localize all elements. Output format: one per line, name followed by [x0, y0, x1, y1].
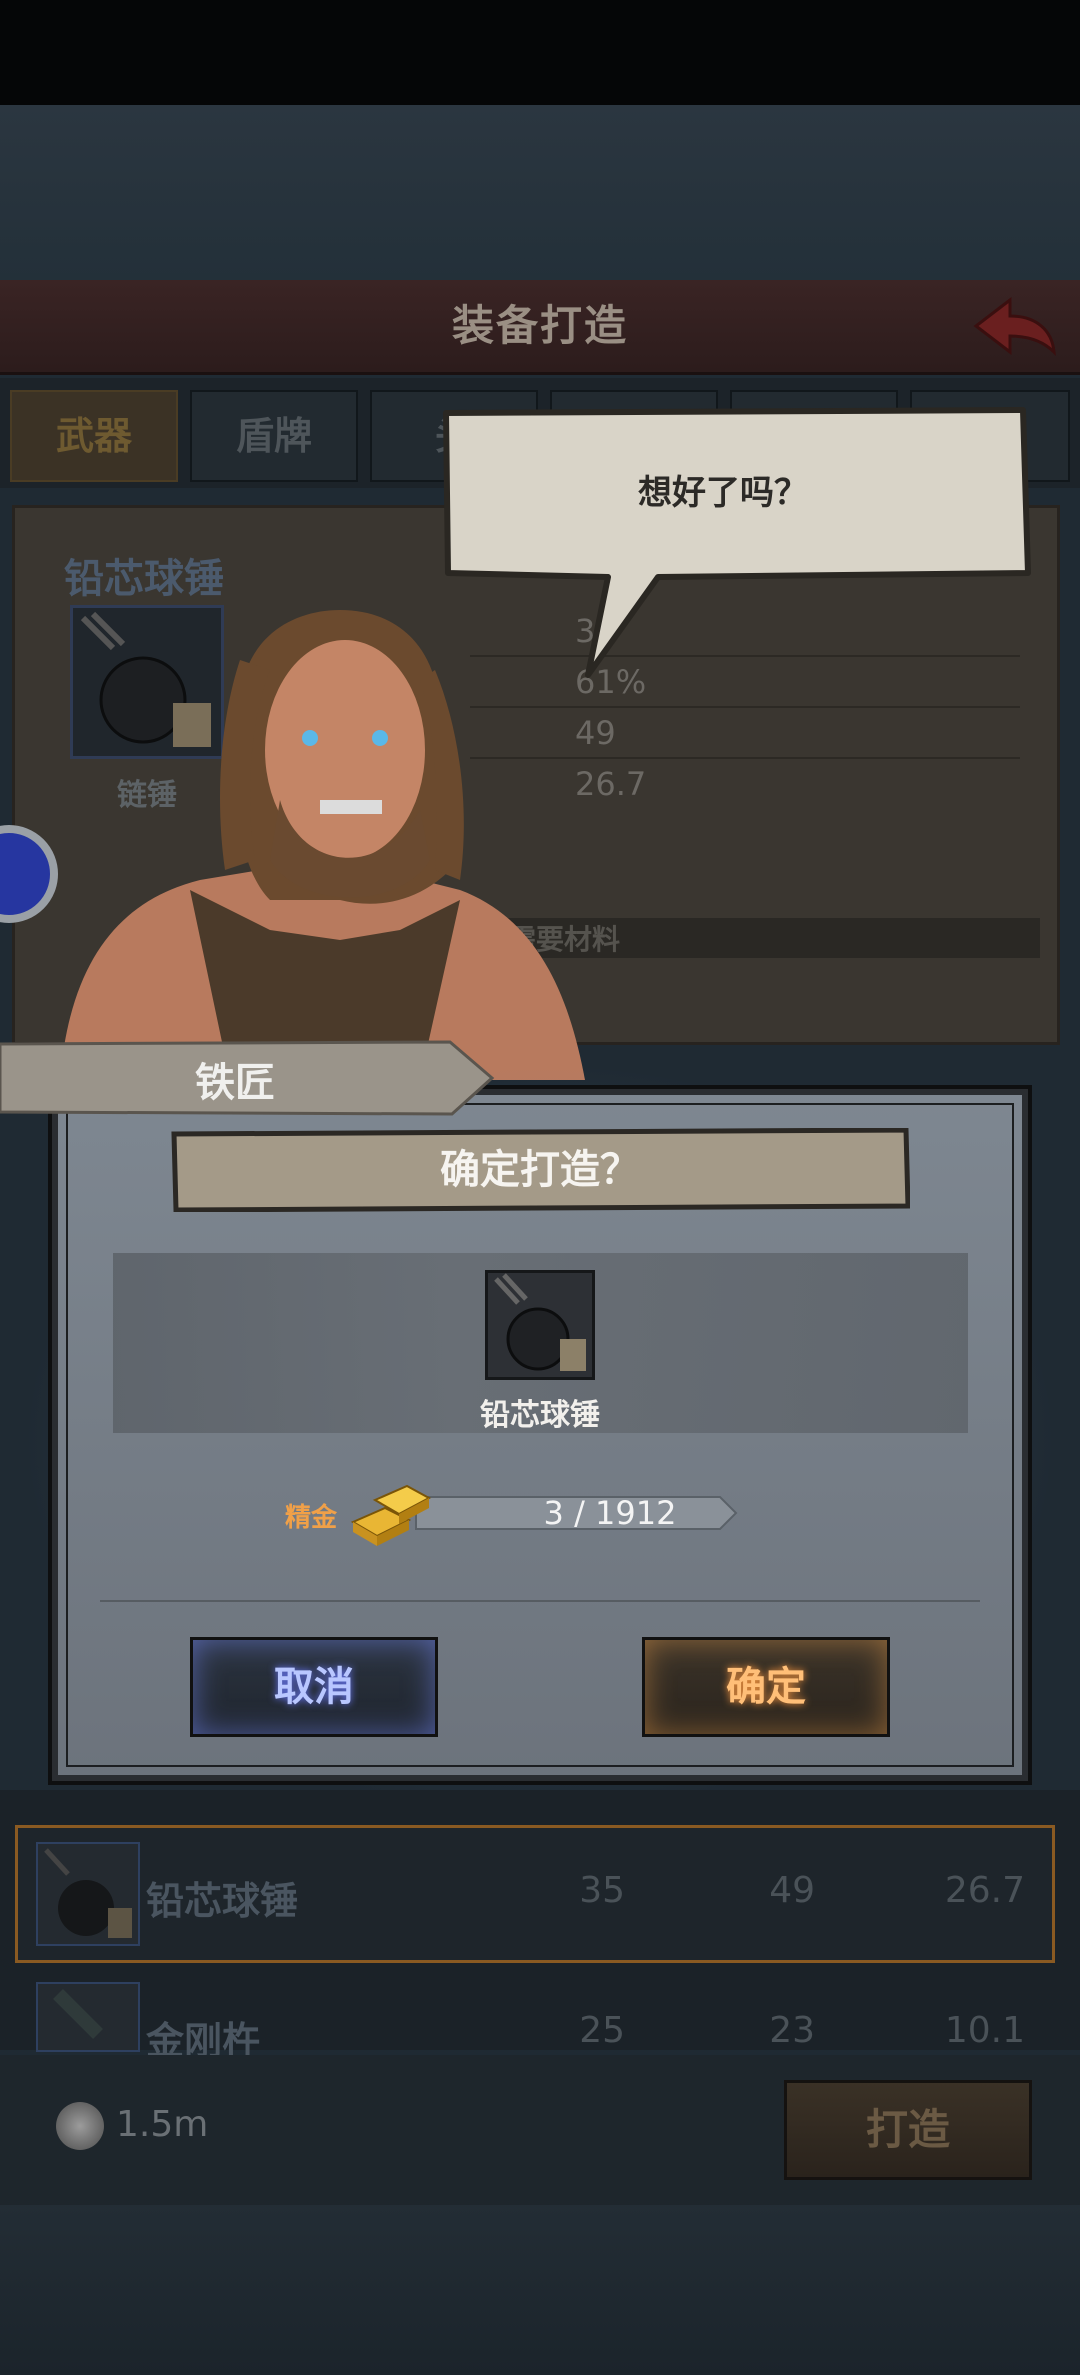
row-value: 35	[579, 1870, 625, 1911]
dialog-title: 确定打造？	[440, 1147, 640, 1193]
forge-button[interactable]: 打造	[784, 2080, 1032, 2180]
row-item-name: 铅芯球锤	[146, 1879, 299, 1923]
speech-bubble	[443, 407, 1031, 678]
row-value: 26.7	[944, 1870, 1025, 1911]
confirm-button[interactable]: 确定	[642, 1637, 890, 1737]
speech-text: 想好了吗？	[638, 473, 808, 513]
page-title: 装备打造	[451, 301, 628, 350]
back-arrow-icon[interactable]	[970, 292, 1060, 358]
row-value: 10.1	[944, 2010, 1025, 2051]
chain-hammer-icon	[494, 1273, 586, 1371]
dialog-item-name: 铅芯球锤	[480, 1398, 600, 1433]
row-value: 49	[769, 1870, 815, 1911]
tab-shield[interactable]: 盾牌	[190, 390, 358, 482]
item-icon	[485, 1270, 595, 1380]
tab-weapon[interactable]: 武器	[10, 390, 178, 482]
gold-bar-icon	[350, 1484, 432, 1546]
stat-value: 26.7	[575, 765, 647, 803]
row-value: 25	[579, 2010, 625, 2051]
row-item-icon	[36, 1842, 140, 1946]
npc-name: 铁匠	[195, 1060, 275, 1106]
row-value: 23	[769, 2010, 815, 2051]
background-bottom	[0, 2205, 1080, 2375]
chain-hammer-icon	[44, 1848, 132, 1938]
dialog-divider	[100, 1600, 980, 1602]
coin-icon	[56, 2102, 104, 2150]
coin-amount: 1.5m	[116, 2104, 209, 2145]
detail-item-name: 铅芯球锤	[64, 556, 224, 602]
material-label: 精金	[285, 1503, 338, 1533]
material-count: 3 / 1912	[543, 1494, 677, 1532]
cancel-button[interactable]: 取消	[190, 1637, 438, 1737]
row-item-icon	[36, 1982, 140, 2052]
vajra-icon	[53, 1989, 103, 2039]
background-top	[0, 105, 1080, 280]
status-bar	[0, 0, 1080, 105]
